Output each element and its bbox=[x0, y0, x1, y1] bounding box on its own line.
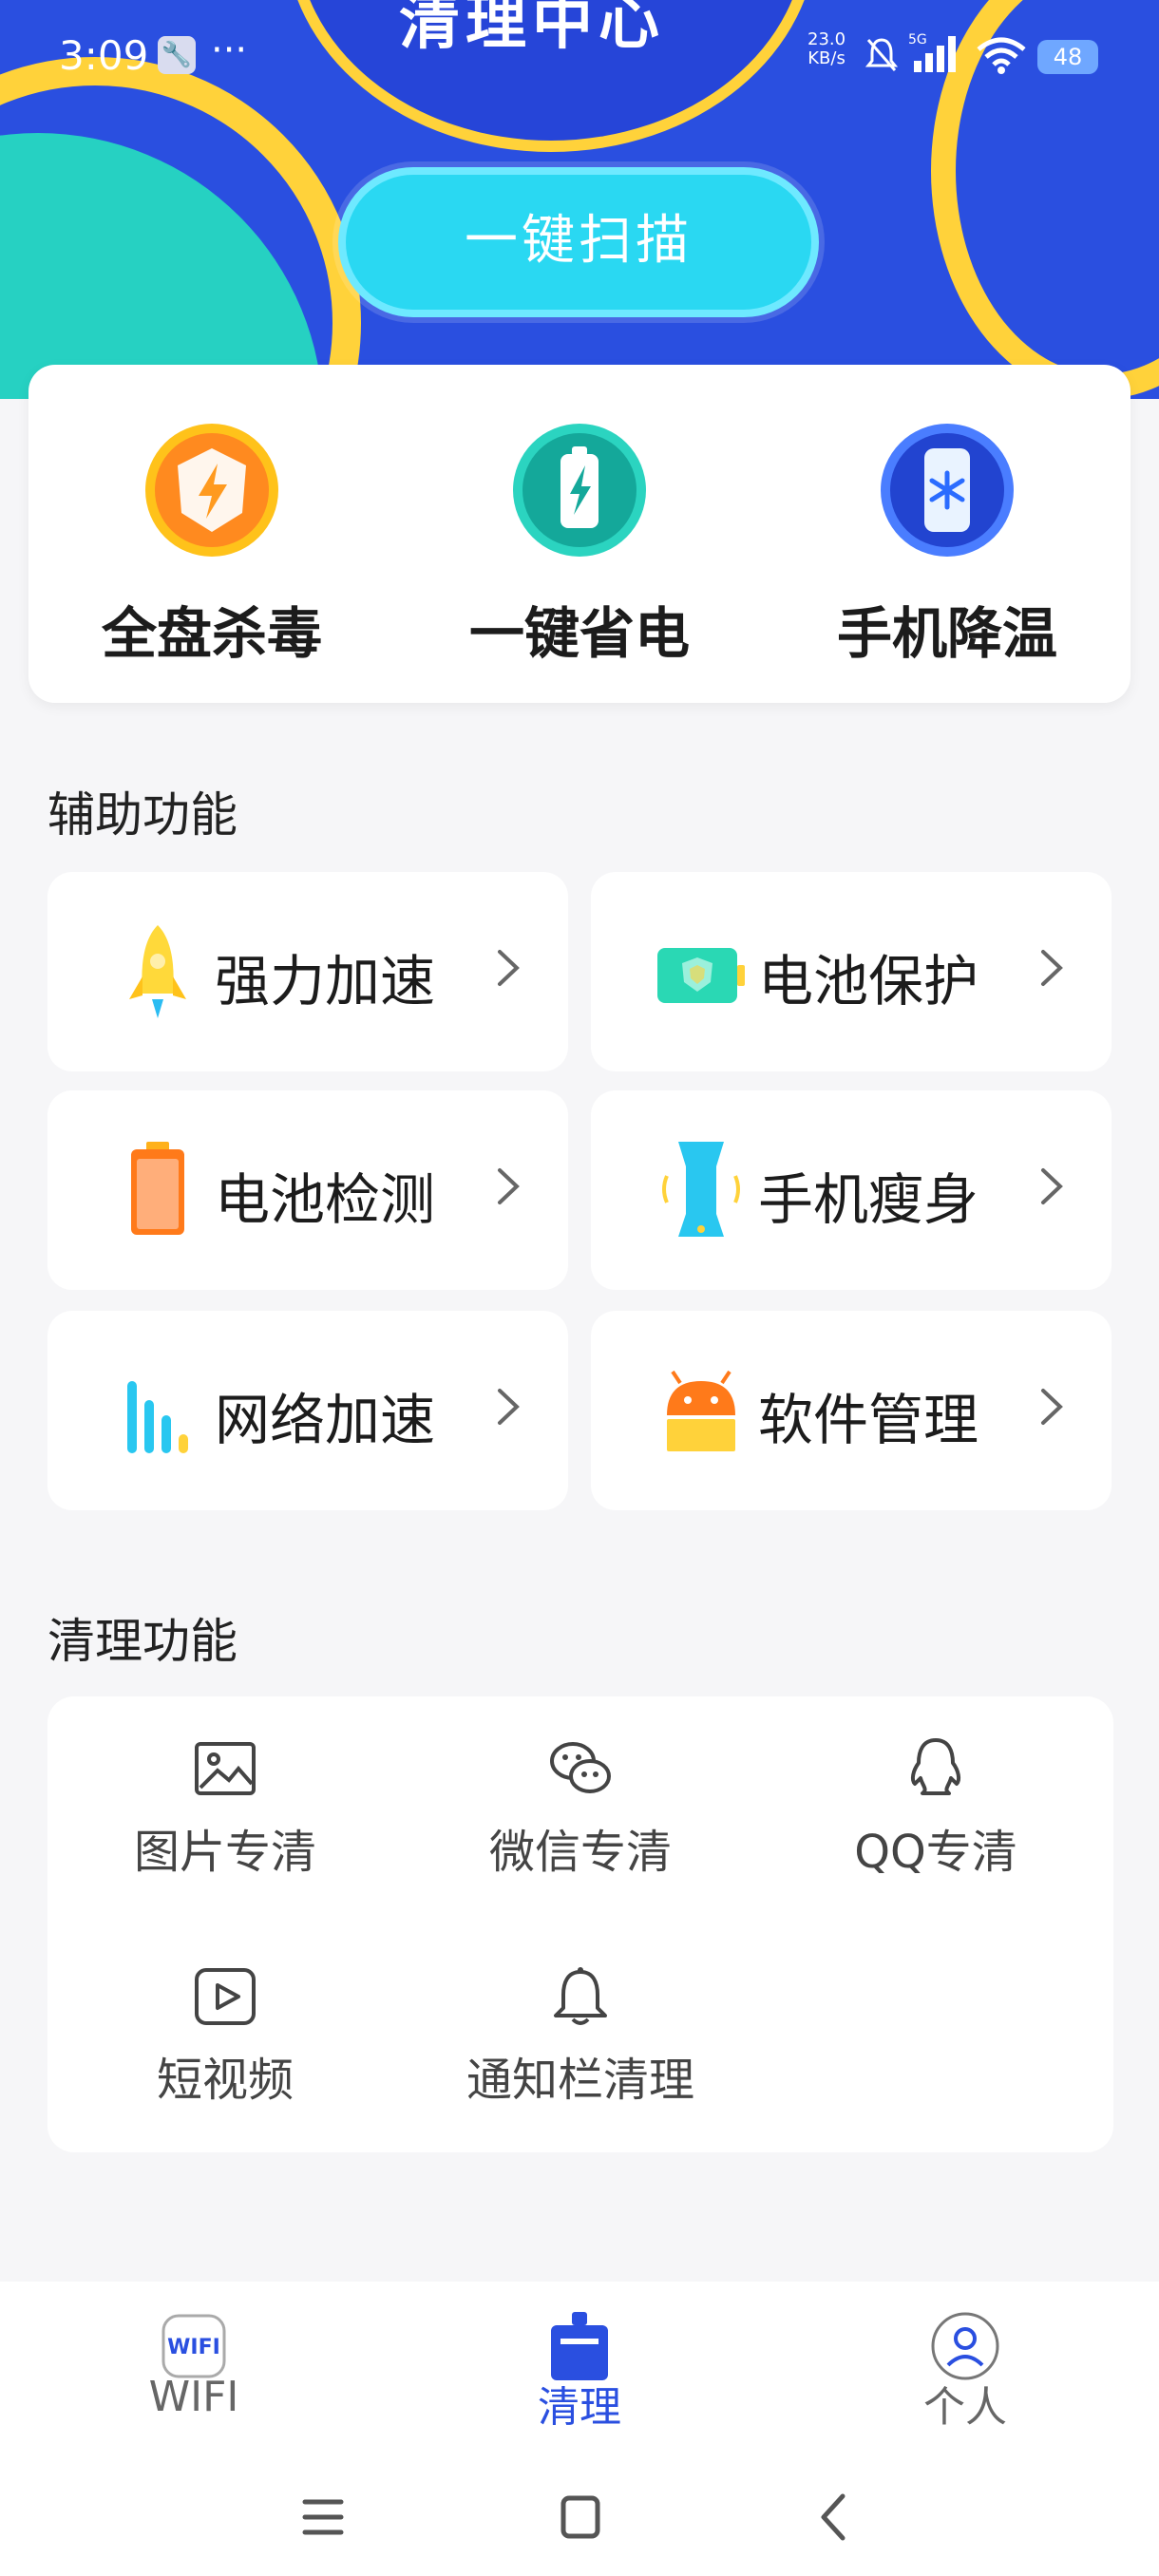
status-time: 3:09 bbox=[59, 32, 149, 79]
clean-functions-card: 图片专清 微信专清 QQ专清 短视频 通知栏清理 bbox=[48, 1696, 1113, 2152]
aux-section-title: 辅助功能 bbox=[48, 787, 238, 843]
tab-clean[interactable]: 清理 bbox=[437, 2310, 722, 2443]
menu-icon[interactable] bbox=[290, 2489, 356, 2546]
clean-item-short-video[interactable]: 短视频 bbox=[48, 1924, 403, 2114]
wifi-tab-icon: WIFI bbox=[162, 2314, 226, 2378]
chevron-right-icon bbox=[498, 1168, 520, 1204]
android-icon bbox=[667, 1370, 735, 1451]
clean-item-label: 图片专清 bbox=[133, 1826, 316, 1879]
tile-label: 网络加速 bbox=[215, 1388, 436, 1452]
chevron-right-icon bbox=[1041, 950, 1063, 986]
battery-bolt-icon bbox=[513, 424, 646, 557]
battery-indicator: 48 bbox=[1037, 40, 1098, 74]
wifi-tab-icon-text: WIFI bbox=[167, 2336, 220, 2359]
phone-slim-icon bbox=[662, 1142, 740, 1237]
video-icon bbox=[195, 1968, 256, 2025]
clean-item-label: 微信专清 bbox=[488, 1826, 672, 1879]
tile-boost[interactable]: 强力加速 bbox=[48, 872, 568, 1071]
tile-battery-check[interactable]: 电池检测 bbox=[48, 1090, 568, 1290]
tab-label: 清理 bbox=[538, 2383, 621, 2432]
tile-app-manage[interactable]: 软件管理 bbox=[591, 1311, 1112, 1510]
shield-bolt-icon bbox=[145, 424, 278, 557]
feature-phone-cooling[interactable]: 手机降温 bbox=[764, 365, 1130, 703]
feature-label: 手机降温 bbox=[836, 601, 1057, 666]
clean-section-title: 清理功能 bbox=[48, 1614, 238, 1669]
bell-icon bbox=[554, 1967, 607, 2025]
tile-network-boost[interactable]: 网络加速 bbox=[48, 1311, 568, 1510]
status-bar: 3:09 🔧 ··· 23.0 KB/s 5G 48 bbox=[0, 0, 1159, 114]
qq-icon bbox=[910, 1738, 961, 1795]
feature-power-saving[interactable]: 一键省电 bbox=[396, 365, 763, 703]
tab-label: WIFI bbox=[148, 2373, 239, 2421]
tile-label: 手机瘦身 bbox=[758, 1167, 979, 1232]
tile-battery-protect[interactable]: 电池保护 bbox=[591, 872, 1112, 1071]
battery-check-icon bbox=[131, 1142, 184, 1235]
chevron-right-icon bbox=[1041, 1168, 1063, 1204]
bars-icon bbox=[127, 1381, 188, 1453]
tab-profile[interactable]: 个人 bbox=[823, 2310, 1108, 2443]
image-icon bbox=[195, 1742, 256, 1795]
chevron-right-icon bbox=[498, 1389, 520, 1425]
network-speed-unit: KB/s bbox=[808, 48, 846, 68]
one-click-scan-button[interactable]: 一键扫描 bbox=[338, 167, 819, 317]
person-icon bbox=[931, 2312, 999, 2380]
feature-label: 一键省电 bbox=[468, 601, 690, 666]
clean-item-qq[interactable]: QQ专清 bbox=[758, 1696, 1113, 1886]
chevron-right-icon bbox=[498, 950, 520, 986]
tile-label: 强力加速 bbox=[215, 949, 436, 1013]
back-icon[interactable] bbox=[803, 2489, 869, 2546]
bell-off-icon bbox=[864, 38, 899, 71]
tile-label: 软件管理 bbox=[758, 1388, 979, 1452]
network-speed: 23.0 KB/s bbox=[808, 30, 846, 68]
tile-label: 电池检测 bbox=[215, 1167, 436, 1232]
phone-snowflake-icon bbox=[881, 424, 1014, 557]
more-notifications-icon: ··· bbox=[211, 28, 248, 72]
wrench-icon: 🔧 bbox=[158, 36, 196, 74]
signal-icon: 5G bbox=[908, 32, 956, 72]
clean-item-label: 短视频 bbox=[156, 2054, 294, 2107]
tab-wifi[interactable]: WIFI WIFI bbox=[51, 2310, 336, 2443]
clean-item-wechat[interactable]: 微信专清 bbox=[403, 1696, 758, 1886]
wifi-icon bbox=[977, 37, 1026, 74]
network-speed-value: 23.0 bbox=[808, 29, 846, 49]
clean-item-label: QQ专清 bbox=[854, 1826, 1017, 1879]
rocket-icon bbox=[129, 925, 186, 1018]
clean-item-photos[interactable]: 图片专清 bbox=[48, 1696, 403, 1886]
battery-shield-icon bbox=[657, 948, 745, 1003]
main-features-card: 全盘杀毒 一键省电 手机降温 bbox=[28, 365, 1130, 703]
bottom-tab-bar: WIFI WIFI 清理 个人 bbox=[0, 2282, 1159, 2462]
tile-label: 电池保护 bbox=[758, 949, 979, 1013]
feature-label: 全盘杀毒 bbox=[101, 601, 322, 666]
home-icon[interactable] bbox=[546, 2489, 613, 2546]
wechat-icon bbox=[550, 1742, 611, 1793]
tab-label: 个人 bbox=[923, 2383, 1007, 2432]
clean-item-label: 通知栏清理 bbox=[466, 2054, 694, 2107]
tile-phone-slim[interactable]: 手机瘦身 bbox=[591, 1090, 1112, 1290]
feature-full-antivirus[interactable]: 全盘杀毒 bbox=[28, 365, 395, 703]
svg-text:5G: 5G bbox=[908, 32, 927, 47]
system-navigation-bar bbox=[0, 2462, 1159, 2576]
broom-icon bbox=[551, 2312, 608, 2380]
clean-item-notification[interactable]: 通知栏清理 bbox=[403, 1924, 758, 2114]
chevron-right-icon bbox=[1041, 1389, 1063, 1425]
